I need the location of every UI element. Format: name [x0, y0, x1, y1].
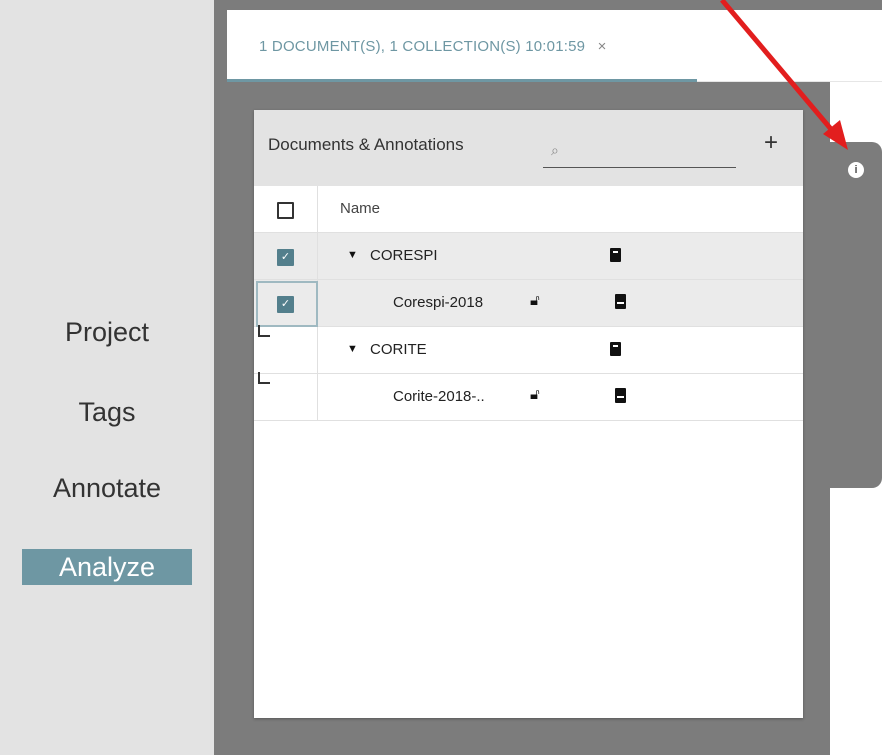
panel-title: Documents & Annotations — [268, 135, 464, 154]
nav-analyze[interactable]: Analyze — [22, 549, 192, 585]
documents-panel: Documents & Annotations ⌕ + Name ✓ ▼ COR… — [254, 110, 803, 718]
collection-name: CORITE — [370, 341, 427, 358]
tab-bar: 1 DOCUMENT(S), 1 COLLECTION(S) 10:01:59 … — [227, 10, 882, 82]
column-divider — [317, 186, 318, 232]
row-checkbox[interactable]: ✓ — [277, 296, 294, 313]
column-divider — [317, 233, 318, 279]
top-strip — [214, 0, 882, 10]
search-icon: ⌕ — [551, 142, 559, 158]
info-icon[interactable]: i — [848, 162, 864, 178]
table-row[interactable]: ✓ ▼ CORESPI — [254, 233, 803, 280]
nav-annotate[interactable]: Annotate — [0, 473, 214, 504]
table-header: Name — [254, 186, 803, 233]
annotation-book-icon — [615, 388, 626, 403]
collection-name: CORESPI — [370, 247, 438, 264]
document-icon — [610, 342, 621, 356]
column-divider — [317, 327, 318, 373]
table-row[interactable]: Corite-2018-.. 🔓︎ — [254, 372, 803, 421]
search-field: ⌕ — [543, 134, 736, 168]
document-name: Corite-2018-.. — [393, 388, 485, 405]
search-input[interactable] — [567, 138, 735, 164]
table-row[interactable]: ✓ Corespi-2018 🔓︎ — [254, 280, 803, 327]
tab-underline — [227, 79, 697, 82]
caret-down-icon[interactable]: ▼ — [347, 343, 358, 355]
add-button[interactable]: + — [764, 129, 778, 157]
panel-header: Documents & Annotations ⌕ + — [254, 110, 803, 186]
nav-project[interactable]: Project — [0, 317, 214, 348]
document-icon — [610, 248, 621, 262]
tab-label: 1 DOCUMENT(S), 1 COLLECTION(S) 10:01:59 — [259, 38, 586, 55]
sidebar: Project Tags Annotate Analyze — [0, 0, 214, 755]
column-header-name: Name — [340, 200, 381, 217]
row-checkbox[interactable] — [258, 325, 270, 337]
close-icon[interactable]: × — [598, 38, 607, 55]
document-name: Corespi-2018 — [393, 294, 484, 311]
unlock-icon[interactable]: 🔓︎ — [530, 386, 540, 403]
row-checkbox[interactable]: ✓ — [277, 249, 294, 266]
unlock-icon[interactable]: 🔓︎ — [530, 292, 540, 309]
tab-active[interactable]: 1 DOCUMENT(S), 1 COLLECTION(S) 10:01:59 … — [259, 38, 607, 55]
column-divider — [317, 374, 318, 420]
info-side-panel — [800, 142, 882, 488]
table-row[interactable]: ▼ CORITE — [254, 325, 803, 374]
select-all-checkbox[interactable] — [277, 202, 294, 219]
row-checkbox[interactable] — [258, 372, 270, 384]
annotation-book-icon — [615, 294, 626, 309]
caret-down-icon[interactable]: ▼ — [347, 249, 358, 261]
nav-tags[interactable]: Tags — [0, 397, 214, 428]
